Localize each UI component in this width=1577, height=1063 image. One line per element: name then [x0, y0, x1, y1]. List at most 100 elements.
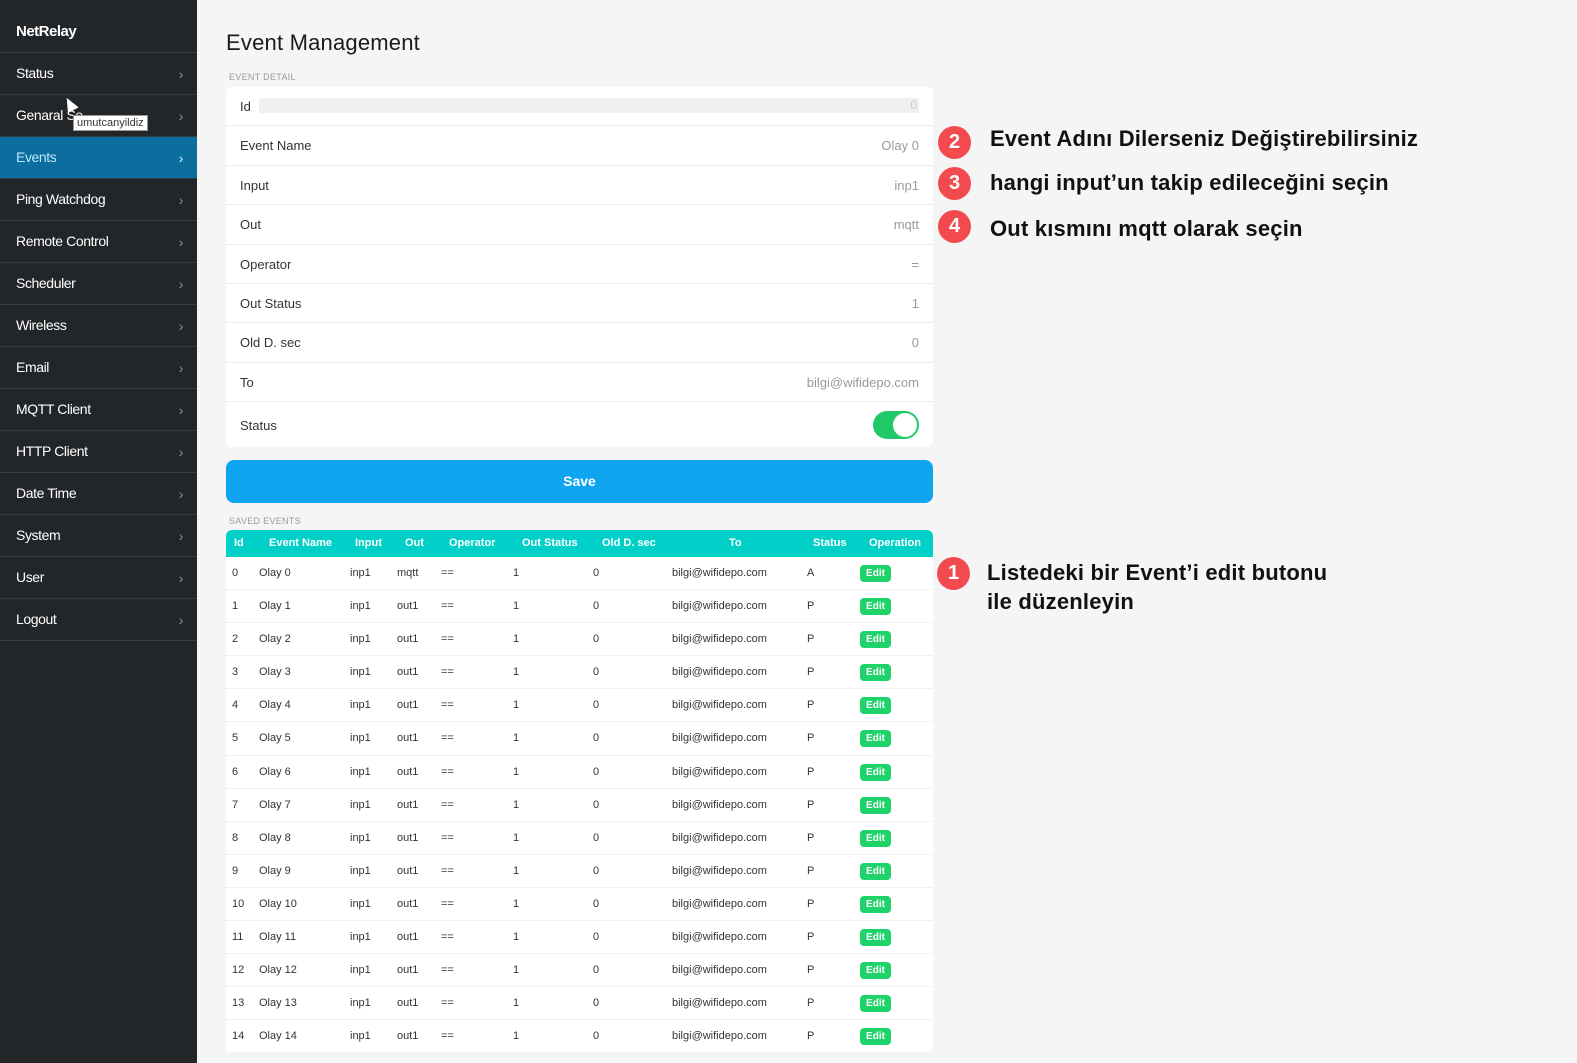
id-field[interactable]: 0: [259, 98, 919, 113]
sidebar-item-wireless[interactable]: Wireless ›: [0, 305, 197, 347]
table-cell: ==: [441, 699, 454, 712]
edit-button[interactable]: Edit: [860, 929, 891, 947]
edit-button[interactable]: Edit: [860, 763, 891, 781]
table-cell: bilgi@wifidepo.com: [672, 831, 767, 844]
detail-row-operator[interactable]: Operator =: [226, 245, 933, 284]
event-name-field[interactable]: Olay 0: [881, 138, 919, 153]
sidebar-item-label: Date Time: [16, 485, 77, 501]
edit-button[interactable]: Edit: [860, 565, 891, 582]
table-cell: Olay 11: [259, 931, 297, 944]
detail-row-event-name[interactable]: Event Name Olay 0: [226, 126, 933, 166]
table-cell: P: [807, 931, 815, 944]
sidebar-item-label: Status: [16, 65, 54, 81]
old-d-sec-field[interactable]: 0: [912, 335, 919, 350]
table-cell: 1: [232, 600, 239, 613]
sidebar-item-system[interactable]: System ›: [0, 515, 197, 557]
table-cell: out1: [397, 964, 419, 977]
table-cell: 0: [593, 732, 600, 745]
sidebar-item-user[interactable]: User ›: [0, 557, 197, 599]
sidebar-item-label: System: [16, 527, 61, 543]
column-header[interactable]: Input: [355, 530, 382, 557]
table-cell: ==: [441, 864, 454, 877]
detail-row-input[interactable]: Input inp1: [226, 166, 933, 206]
detail-row-out-status[interactable]: Out Status 1: [226, 284, 933, 324]
table-cell: P: [807, 831, 815, 844]
status-toggle[interactable]: [873, 411, 919, 440]
detail-row-out[interactable]: Out mqtt: [226, 205, 933, 245]
table-cell: ==: [441, 997, 454, 1010]
sidebar-item-date-time[interactable]: Date Time ›: [0, 473, 197, 515]
column-header[interactable]: Id: [234, 530, 244, 557]
sidebar-item-label: Wireless: [16, 317, 67, 333]
column-header[interactable]: Out: [405, 530, 424, 557]
table-row: 10 Olay 10 inp1 out1 == 1 0 bilgi@wifidepo.com P…: [226, 888, 933, 922]
edit-button[interactable]: Edit: [860, 631, 891, 649]
table-cell: inp1: [350, 964, 371, 977]
table-cell: P: [807, 699, 815, 712]
column-header[interactable]: Old D. sec: [602, 530, 656, 557]
edit-button[interactable]: Edit: [860, 796, 891, 814]
table-cell: 0: [593, 666, 600, 679]
chevron-right-icon: ›: [178, 276, 184, 292]
table-cell: out1: [397, 897, 419, 910]
table-row: 14 Olay 14 inp1 out1 == 1 0 bilgi@wifidepo.com P…: [226, 1020, 933, 1054]
table-cell: 0: [593, 798, 600, 811]
edit-button[interactable]: Edit: [860, 598, 891, 616]
sidebar-item-remote-control[interactable]: Remote Control ›: [0, 221, 197, 263]
operator-label: Operator: [240, 256, 292, 272]
sidebar-item-mqtt-client[interactable]: MQTT Client ›: [0, 389, 197, 431]
sidebar-item-events[interactable]: Events ›: [0, 137, 197, 179]
annotation-1-line1: Listedeki bir Event’i edit butonu: [987, 560, 1328, 585]
table-cell: P: [807, 798, 815, 811]
table-row: 12 Olay 12 inp1 out1 == 1 0 bilgi@wifidepo.com P…: [226, 954, 933, 988]
tooltip: umutcanyildiz: [73, 115, 148, 131]
table-row: 1 Olay 1 inp1 out1 == 1 0 bilgi@wifidepo.com P Ed…: [226, 590, 933, 624]
edit-button[interactable]: Edit: [860, 895, 891, 913]
table-cell: 0: [593, 964, 600, 977]
edit-button[interactable]: Edit: [860, 995, 891, 1013]
table-cell: P: [807, 864, 815, 877]
table-cell: 6: [232, 765, 239, 778]
sidebar-item-ping-watchdog[interactable]: Ping Watchdog ›: [0, 179, 197, 221]
edit-button[interactable]: Edit: [860, 962, 891, 980]
table-cell: 0: [593, 897, 600, 910]
status-label: Status: [240, 418, 277, 434]
sidebar-item-email[interactable]: Email ›: [0, 347, 197, 389]
out-status-field[interactable]: 1: [912, 296, 919, 311]
table-cell: 0: [593, 1030, 600, 1043]
table-cell: out1: [397, 997, 419, 1010]
chevron-right-icon: ›: [178, 570, 184, 586]
annotation-3-text: hangi input’un takip edileceğini seçin: [990, 170, 1389, 195]
edit-button[interactable]: Edit: [860, 1028, 891, 1046]
table-cell: inp1: [350, 567, 371, 579]
sidebar-item-label: Ping Watchdog: [16, 191, 106, 207]
out-select[interactable]: mqtt: [894, 217, 919, 232]
sidebar-item-logout[interactable]: Logout ›: [0, 599, 197, 641]
column-header[interactable]: To: [729, 530, 742, 557]
edit-button[interactable]: Edit: [860, 730, 891, 748]
detail-row-to[interactable]: To bilgi@wifidepo.com: [226, 363, 933, 403]
edit-button[interactable]: Edit: [860, 697, 891, 715]
table-cell: 12: [232, 964, 245, 977]
column-header[interactable]: Status: [813, 530, 847, 557]
detail-row-old-d-sec[interactable]: Old D. sec 0: [226, 323, 933, 363]
to-field[interactable]: bilgi@wifidepo.com: [807, 375, 919, 390]
table-cell: 0: [593, 699, 600, 712]
column-header[interactable]: Operation: [869, 530, 921, 557]
sidebar-item-http-client[interactable]: HTTP Client ›: [0, 431, 197, 473]
save-button[interactable]: Save: [226, 460, 933, 503]
edit-button[interactable]: Edit: [860, 862, 891, 880]
column-header[interactable]: Event Name: [269, 530, 332, 557]
edit-button[interactable]: Edit: [860, 664, 891, 682]
edit-button[interactable]: Edit: [860, 829, 891, 847]
column-header[interactable]: Operator: [449, 530, 495, 557]
column-header[interactable]: Out Status: [522, 530, 578, 557]
table-cell: ==: [441, 732, 454, 745]
sidebar-item-status[interactable]: Status ›: [0, 53, 197, 95]
operator-select[interactable]: =: [911, 257, 919, 272]
table-cell: 10: [232, 897, 245, 910]
table-body: 0 Olay 0 inp1 mqtt == 1 0 bilgi@wifidepo.com A Ed…: [226, 557, 933, 1054]
table-cell: out1: [397, 699, 419, 712]
sidebar-item-scheduler[interactable]: Scheduler ›: [0, 263, 197, 305]
input-select[interactable]: inp1: [894, 178, 919, 193]
